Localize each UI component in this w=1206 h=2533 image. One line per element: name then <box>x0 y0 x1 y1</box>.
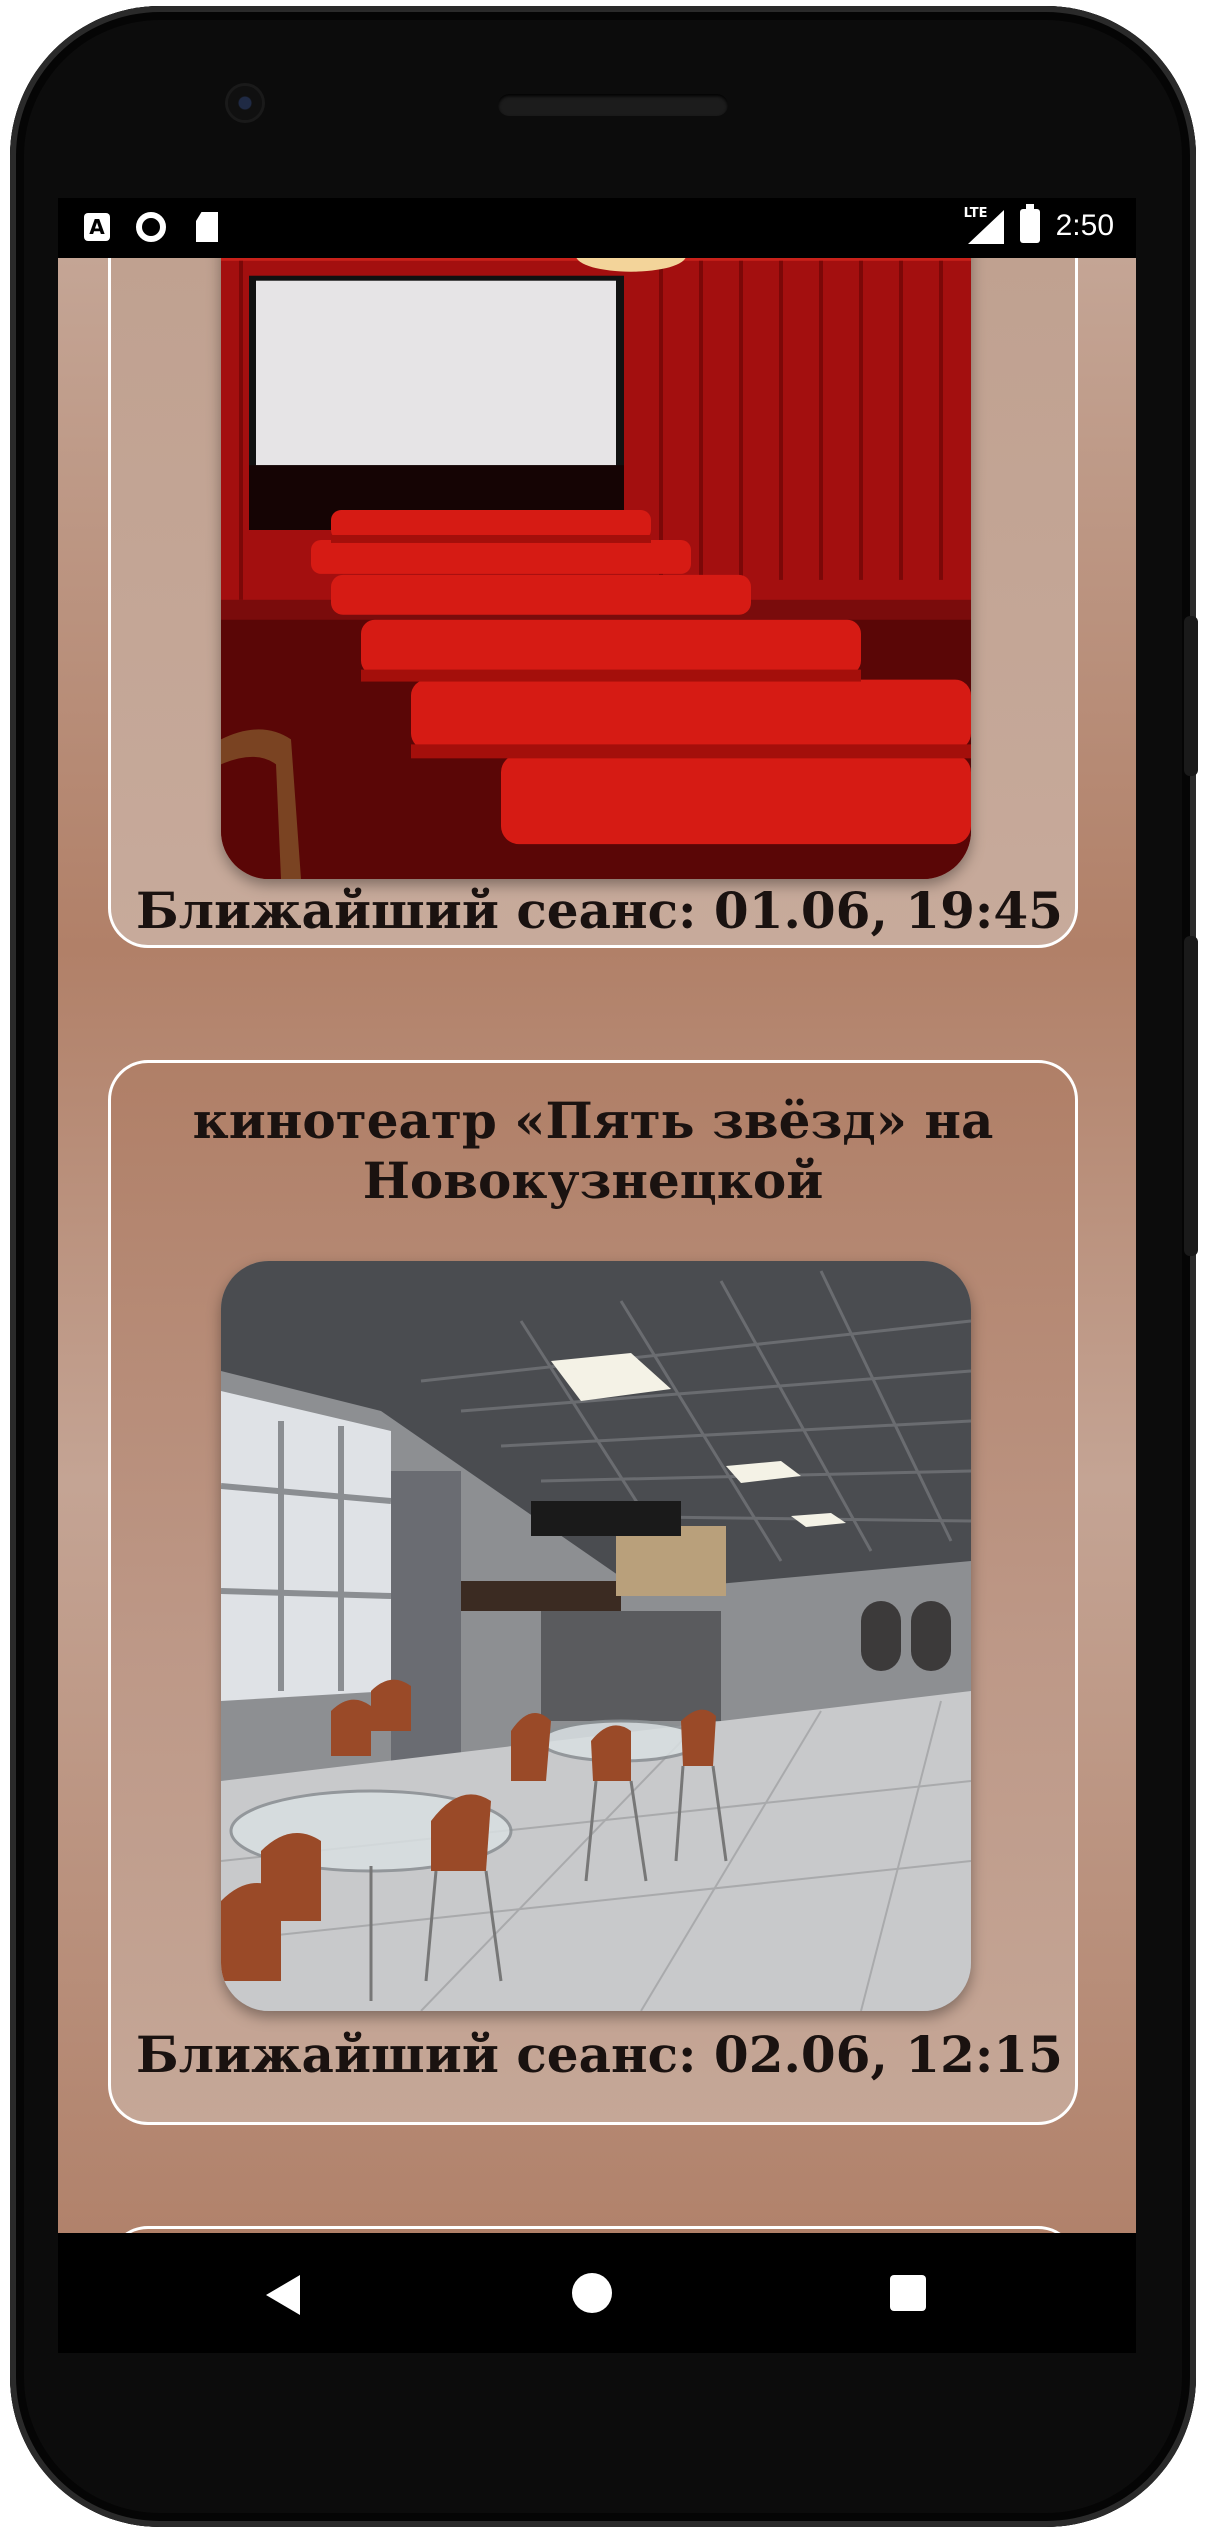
cinema-photo <box>221 1261 971 2011</box>
circle-icon <box>136 212 166 242</box>
cinema-card[interactable] <box>108 2226 1078 2233</box>
earpiece-speaker <box>498 94 728 116</box>
recents-icon[interactable] <box>890 2275 926 2311</box>
cinema-list[interactable]: Ближайший сеанс: 01.06, 19:45 кинотеатр … <box>58 258 1136 2233</box>
next-session: Ближайший сеанс: 01.06, 19:45 <box>136 881 1063 940</box>
next-session: Ближайший сеанс: 02.06, 12:15 <box>136 2025 1063 2084</box>
a-icon: A <box>84 213 110 241</box>
home-icon[interactable] <box>572 2273 612 2313</box>
cinema-card[interactable]: Ближайший сеанс: 01.06, 19:45 <box>108 258 1078 948</box>
back-icon[interactable] <box>266 2275 300 2315</box>
status-bar: A LTE 2:50 <box>58 198 1136 258</box>
clock: 2:50 <box>1055 209 1114 242</box>
battery-icon <box>1019 204 1040 243</box>
power-button <box>1184 616 1198 776</box>
volume-button <box>1184 936 1198 1256</box>
front-camera <box>228 86 262 120</box>
cinema-photo <box>221 258 971 879</box>
sd-card-icon <box>192 212 222 242</box>
screen: A LTE 2:50 Ближайший сеанс: 01.06, 19:45… <box>58 198 1136 2233</box>
signal-icon: LTE <box>963 206 1004 244</box>
cinema-title: кинотеатр «Пять звёзд» на Новокузнецкой <box>192 1091 994 1210</box>
navigation-bar <box>58 2233 1136 2353</box>
cinema-card[interactable]: кинотеатр «Пять звёзд» на Новокузнецкой <box>108 1060 1078 2125</box>
network-type: LTE <box>963 206 990 221</box>
